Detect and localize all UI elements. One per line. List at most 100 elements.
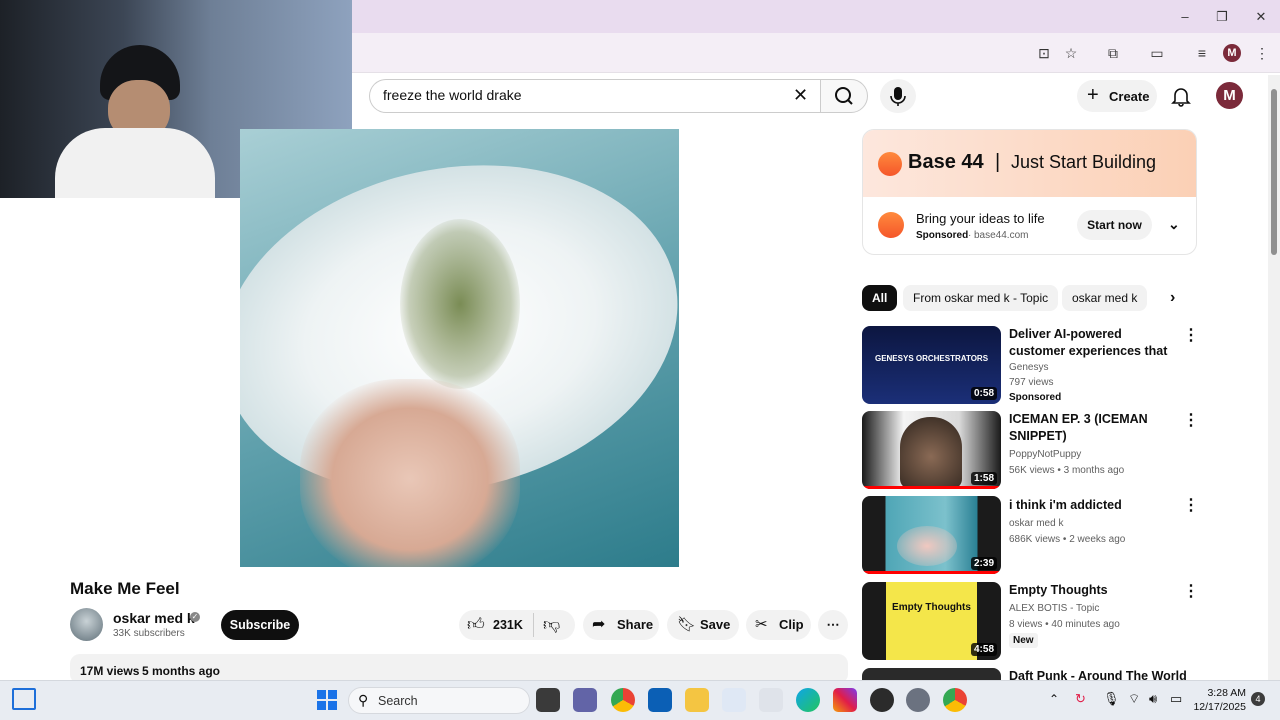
clock-time[interactable]: 3:28 AM	[1196, 687, 1246, 699]
widgets-icon[interactable]	[12, 688, 36, 710]
thumbs-down-icon: 👎︎	[543, 615, 561, 634]
rec-menu-button[interactable]: ⋮	[1183, 582, 1199, 602]
teams-icon[interactable]	[573, 688, 597, 712]
rec-channel[interactable]: PoppyNotPuppy	[1009, 447, 1081, 462]
rec-thumbnail[interactable]	[862, 668, 1001, 680]
chevron-down-icon[interactable]: ⌄	[1168, 216, 1180, 233]
ad-dot: ·	[968, 230, 972, 241]
sponsored-ad-card[interactable]: Base 44 | Just Start Building Bring your…	[862, 129, 1197, 255]
save-label: Save	[700, 617, 731, 632]
close-window-button[interactable]: ✕	[1246, 6, 1276, 28]
rec-menu-button[interactable]: ⋮	[1183, 326, 1199, 346]
instagram-icon[interactable]	[833, 688, 857, 712]
notifications-button[interactable]	[1170, 85, 1192, 107]
browser-profile-avatar[interactable]: M	[1223, 44, 1241, 62]
edge-icon[interactable]	[796, 688, 820, 712]
ad-brand: Base 44	[908, 151, 984, 173]
dislike-button[interactable]: 👎︎	[543, 614, 560, 635]
wifi-icon[interactable]: ⌔	[1128, 691, 1140, 707]
webcam-person-shirt	[55, 128, 215, 198]
ad-separator: |	[995, 151, 1001, 173]
chip-from-topic[interactable]: From oskar med k - Topic	[903, 285, 1059, 311]
search-button[interactable]	[820, 79, 868, 113]
create-button[interactable]: + Create	[1077, 80, 1157, 112]
chevron-right-icon[interactable]: ›	[1170, 289, 1175, 307]
browser-menu-icon[interactable]: ⋮	[1252, 44, 1272, 62]
battery-icon[interactable]: ▭	[1170, 691, 1182, 707]
store-icon[interactable]	[648, 688, 672, 712]
rec-title[interactable]: ICEMAN EP. 3 (ICEMAN SNIPPET)	[1009, 411, 1179, 445]
clear-search-icon[interactable]: ✕	[793, 85, 808, 106]
video-player[interactable]	[240, 129, 679, 567]
rec-title[interactable]: Daft Punk - Around The World	[1009, 668, 1189, 680]
notification-badge[interactable]: 4	[1251, 692, 1265, 706]
taskbar	[0, 680, 1280, 720]
page-scrollbar[interactable]	[1268, 75, 1280, 680]
bookmark-icon: 🔖︎	[677, 616, 697, 633]
channel-name[interactable]: oskar med k	[113, 610, 195, 626]
settings-gear-icon[interactable]	[906, 688, 930, 712]
channel-avatar[interactable]	[70, 608, 103, 641]
rec-channel[interactable]: ALEX BOTIS - Topic	[1009, 601, 1099, 616]
bell-icon	[1171, 88, 1191, 107]
rec-thumbnail[interactable]: Empty Thoughts 4:58	[862, 582, 1001, 660]
chip-channel[interactable]: oskar med k	[1062, 285, 1148, 311]
rec-menu-button[interactable]: ⋮	[1183, 411, 1199, 431]
vscode-icon[interactable]	[722, 688, 746, 712]
microphone-icon[interactable]: 🎙︎	[1103, 691, 1120, 707]
like-button[interactable]: 👍︎ 231K	[467, 614, 539, 636]
rec-thumbnail[interactable]: GENESYS ORCHESTRATORS 0:58	[862, 326, 1001, 404]
file-explorer-icon[interactable]	[685, 688, 709, 712]
scrollbar-thumb[interactable]	[1271, 89, 1277, 255]
chevron-up-icon[interactable]: ⌃	[1049, 692, 1059, 706]
dropbox-icon[interactable]	[759, 688, 783, 712]
save-button[interactable]: 🔖︎ Save	[667, 610, 739, 640]
rec-meta: 686K views • 2 weeks ago	[1009, 534, 1126, 545]
voice-search-button[interactable]	[880, 79, 916, 113]
install-app-icon[interactable]: ⊡	[1034, 44, 1054, 62]
rec-channel[interactable]: oskar med k	[1009, 516, 1063, 531]
rec-thumbnail[interactable]: 1:58	[862, 411, 1001, 489]
ad-headline: Bring your ideas to life	[916, 211, 1045, 226]
share-button[interactable]: ➦ Share	[583, 610, 659, 640]
sidepanel-icon[interactable]: ▭	[1147, 44, 1167, 62]
share-label: Share	[617, 617, 654, 632]
speaker-icon[interactable]: 🔊︎	[1149, 691, 1157, 707]
rec-title[interactable]: Deliver AI-powered customer experiences …	[1009, 326, 1179, 360]
chrome-profile-icon[interactable]	[943, 688, 967, 712]
rec-thumbnail[interactable]: 2:39	[862, 496, 1001, 574]
bookmark-star-icon[interactable]: ☆	[1061, 44, 1081, 62]
rec-thumbnail-blur	[897, 526, 957, 566]
start-button[interactable]	[316, 689, 338, 711]
restore-button[interactable]: ❐	[1207, 6, 1237, 28]
chip-all[interactable]: All	[862, 285, 898, 311]
ad-banner: Base 44 | Just Start Building	[863, 130, 1196, 197]
ad-domain: base44.com	[974, 230, 1029, 241]
taskbar-search[interactable]: ⚲ Search	[348, 687, 530, 714]
profile-avatar[interactable]: M	[1216, 82, 1243, 109]
subscribe-button[interactable]: Subscribe	[221, 610, 299, 640]
rec-meta: 797 views	[1009, 377, 1054, 388]
ad-cta-button[interactable]: Start now	[1077, 210, 1152, 240]
rec-title[interactable]: i think i'm addicted	[1009, 497, 1179, 514]
rec-meta: 56K views • 3 months ago	[1009, 465, 1125, 476]
like-count: 231K	[493, 618, 523, 632]
subscriber-count: 33K subscribers	[113, 628, 185, 639]
media-control-icon[interactable]: ≡	[1192, 44, 1212, 62]
task-view-icon[interactable]	[536, 688, 560, 712]
clip-button[interactable]: ✂ Clip	[746, 610, 811, 640]
verified-icon: ✓	[190, 612, 200, 622]
extensions-icon[interactable]: ⧉	[1103, 44, 1123, 62]
more-actions-button[interactable]: ⋯	[818, 610, 848, 640]
clock-date[interactable]: 12/17/2025	[1190, 701, 1246, 713]
tray-app-icon[interactable]: ↻	[1075, 691, 1086, 707]
create-label: Create	[1109, 89, 1150, 104]
rec-duration: 0:58	[970, 387, 997, 400]
chrome-icon[interactable]	[611, 688, 635, 712]
rec-menu-button[interactable]: ⋮	[1183, 496, 1199, 516]
minimize-button[interactable]: –	[1170, 6, 1200, 28]
obs-icon[interactable]	[870, 688, 894, 712]
rec-title[interactable]: Empty Thoughts	[1009, 582, 1179, 599]
rec-channel[interactable]: Genesys	[1009, 360, 1048, 375]
windows-logo-icon	[317, 690, 337, 710]
